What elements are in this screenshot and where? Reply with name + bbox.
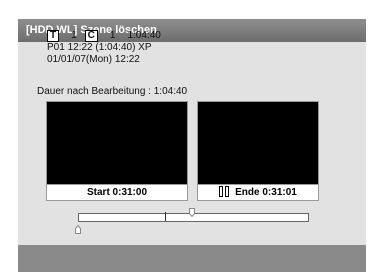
chapter-number: 1 bbox=[109, 30, 116, 41]
start-preview-screen bbox=[46, 101, 188, 185]
end-preview-screen bbox=[197, 101, 319, 185]
bottom-status-bar bbox=[18, 245, 366, 272]
title-chapter-row: T 1 C 1 1:04:40 bbox=[47, 30, 161, 42]
end-time-text: Ende 0:31:01 bbox=[235, 187, 297, 198]
start-time-label: Start 0:31:00 bbox=[46, 184, 188, 201]
start-position-marker[interactable] bbox=[75, 221, 81, 239]
current-position-marker[interactable] bbox=[189, 204, 195, 222]
pause-icon bbox=[219, 186, 230, 202]
title-number: 1 bbox=[71, 30, 77, 41]
end-time-label: Ende 0:31:01 bbox=[197, 184, 319, 201]
duration-after-edit: Dauer nach Bearbeitung : 1:04:40 bbox=[37, 86, 188, 97]
chapter-badge: C bbox=[84, 30, 98, 42]
title-badge: T bbox=[47, 30, 60, 42]
date-line: 01/01/07(Mon) 12:22 bbox=[47, 54, 140, 65]
timeline-midpoint-mark bbox=[165, 212, 166, 221]
program-line: P01 12:22 (1:04:40) XP bbox=[47, 42, 152, 53]
total-time: 1:04:40 bbox=[127, 30, 161, 41]
title-info: T 1 C 1 1:04:40 P01 12:22 (1:04:40) XP 01/01… bbox=[47, 30, 161, 66]
